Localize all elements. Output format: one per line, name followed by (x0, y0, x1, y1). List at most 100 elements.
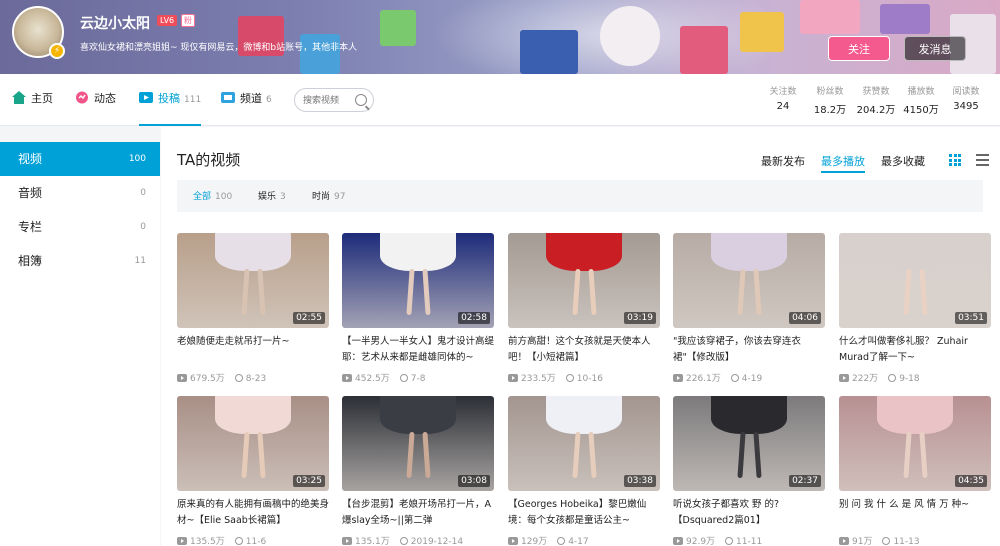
stat-label: 播放数 (907, 87, 935, 97)
video-title[interactable]: 老娘随便走走就吊打一片~ (177, 334, 329, 366)
thumbnail-skirt-shape (380, 233, 456, 271)
upload-icon (139, 92, 153, 103)
video-title[interactable]: 原来真的有人能拥有画稿中的绝美身材~【Elie Saab长裙篇】 (177, 497, 329, 529)
video-title[interactable]: 【台步混剪】老娘开场吊打一片，A爆slay全场~||第二弹 (342, 497, 494, 529)
video-card[interactable]: 03:19 前方高甜！这个女孩就是天使本人吧！【小短裙篇】 233.5万 10-16 (508, 233, 660, 384)
video-meta: 92.9万 11-11 (673, 534, 825, 546)
thumbnail-leg-shape (737, 431, 746, 479)
video-thumbnail[interactable]: 03:38 (508, 396, 660, 491)
tab-uploads[interactable]: 投稿 111 (139, 74, 202, 126)
tab-home[interactable]: 主页 (12, 74, 53, 126)
thumbnail-leg-shape (919, 268, 928, 316)
clock-icon (888, 374, 897, 382)
video-list-panel: TA的视频 最新发布 最多播放 最多收藏 全部 100 娱乐 3 时尚 97 02:5… (161, 127, 1000, 546)
filter-all[interactable]: 全部 100 (193, 189, 232, 202)
video-card[interactable]: 03:08 【台步混剪】老娘开场吊打一片，A爆slay全场~||第二弹 135.1万… (342, 396, 494, 546)
video-title[interactable]: 听说女孩子都喜欢 野 的?【Dsquared2篇01】 (673, 497, 825, 529)
sidebar-item-articles[interactable]: 专栏 0 (0, 210, 160, 244)
stat-label: 关注数 (769, 87, 797, 97)
avatar[interactable]: ⚡ (12, 6, 65, 59)
video-meta: 452.5万 7-8 (342, 371, 494, 384)
tab-channels[interactable]: 频道 6 (221, 74, 272, 126)
thumbnail-leg-shape (422, 268, 431, 316)
publish-date: 11-13 (893, 537, 920, 546)
sidebar-item-video[interactable]: 视频 100 (0, 142, 160, 176)
video-thumbnail[interactable]: 02:55 (177, 233, 329, 328)
play-count: 233.5万 (521, 374, 556, 384)
banner-gift-decoration (880, 4, 930, 34)
video-card[interactable]: 03:51 什么才叫做奢侈礼服？ Zuhair Murad了解一下~ 222万 9-1… (839, 233, 991, 384)
filter-entertainment[interactable]: 娱乐 3 (258, 189, 286, 202)
list-view-icon[interactable] (976, 154, 989, 166)
sort-most-favorited[interactable]: 最多收藏 (881, 153, 925, 169)
video-search-input[interactable] (303, 93, 355, 108)
stat-followers[interactable]: 粉丝数 18.2万 (810, 84, 850, 116)
publish-date: 4-17 (568, 537, 589, 546)
sidebar-item-audio[interactable]: 音频 0 (0, 176, 160, 210)
sidebar-item-albums[interactable]: 相簿 11 (0, 244, 160, 278)
video-thumbnail[interactable]: 02:58 (342, 233, 494, 328)
video-card[interactable]: 03:38 【Georges Hobeika】黎巴嫩仙境：每个女孩都是童话公主~ 1… (508, 396, 660, 546)
filter-fashion[interactable]: 时尚 97 (312, 189, 345, 202)
sidebar-item-label: 音频 (18, 186, 43, 200)
video-thumbnail[interactable]: 03:51 (839, 233, 991, 328)
video-card[interactable]: 02:58 【一半男人一半女人】鬼才设计高缇耶：艺术从来都是雌雄同体的~ 452.5… (342, 233, 494, 384)
video-thumbnail[interactable]: 03:08 (342, 396, 494, 491)
thumbnail-leg-shape (903, 431, 912, 479)
video-title[interactable]: 什么才叫做奢侈礼服？ Zuhair Murad了解一下~ (839, 334, 991, 366)
category-filter-bar: 全部 100 娱乐 3 时尚 97 (177, 180, 983, 212)
filter-count: 100 (215, 192, 233, 202)
fan-medal-tag[interactable]: 粉 (181, 14, 195, 27)
video-duration: 03:38 (624, 475, 656, 487)
video-duration: 03:25 (293, 475, 325, 487)
video-card[interactable]: 02:37 听说女孩子都喜欢 野 的?【Dsquared2篇01】 92.9万 11-… (673, 396, 825, 546)
video-thumbnail[interactable]: 04:35 (839, 396, 991, 491)
video-card[interactable]: 02:55 老娘随便走走就吊打一片~ 679.5万 8-23 (177, 233, 329, 384)
dynamic-icon (76, 91, 88, 104)
thumbnail-leg-shape (406, 431, 415, 479)
sidebar-item-label: 视频 (18, 152, 43, 166)
video-search-box[interactable] (294, 88, 374, 112)
video-meta: 222万 9-18 (839, 371, 991, 384)
video-card[interactable]: 04:06 "我应该穿裙子，你该去穿连衣裙"【修改版】 226.1万 4-19 (673, 233, 825, 384)
stat-likes: 获赞数 204.2万 (855, 84, 897, 116)
play-count: 135.5万 (190, 537, 225, 546)
video-thumbnail[interactable]: 02:37 (673, 396, 825, 491)
video-duration: 03:08 (458, 475, 490, 487)
video-title[interactable]: 【一半男人一半女人】鬼才设计高缇耶：艺术从来都是雌雄同体的~ (342, 334, 494, 366)
grid-view-icon[interactable] (949, 154, 961, 166)
video-meta: 226.1万 4-19 (673, 371, 825, 384)
sidebar-item-count: 11 (134, 256, 146, 266)
video-thumbnail[interactable]: 04:06 (673, 233, 825, 328)
sort-most-played[interactable]: 最多播放 (821, 153, 865, 173)
video-duration: 04:35 (955, 475, 987, 487)
search-icon[interactable] (355, 94, 367, 106)
tab-dynamic[interactable]: 动态 (75, 74, 116, 126)
play-count-icon (673, 374, 683, 382)
tab-home-label: 主页 (31, 92, 53, 105)
play-count: 222万 (852, 374, 879, 384)
thumbnail-skirt-shape (215, 396, 291, 434)
home-icon (12, 91, 26, 104)
video-thumbnail[interactable]: 03:25 (177, 396, 329, 491)
stat-label: 粉丝数 (816, 87, 844, 97)
stat-following[interactable]: 关注数 24 (766, 84, 800, 112)
publish-date: 9-18 (899, 374, 920, 384)
stat-value: 4150万 (903, 105, 939, 116)
video-title[interactable]: 前方高甜！这个女孩就是天使本人吧！【小短裙篇】 (508, 334, 660, 366)
video-thumbnail[interactable]: 03:19 (508, 233, 660, 328)
sort-latest[interactable]: 最新发布 (761, 153, 805, 169)
video-title[interactable]: 【Georges Hobeika】黎巴嫩仙境：每个女孩都是童话公主~ (508, 497, 660, 529)
thumbnail-skirt-shape (215, 233, 291, 271)
send-message-button[interactable]: 发消息 (904, 36, 966, 61)
video-title[interactable]: "我应该穿裙子，你该去穿连衣裙"【修改版】 (673, 334, 825, 366)
video-card[interactable]: 04:35 别 问 我 什 么 是 风 情 万 种~ 91万 11-13 (839, 396, 991, 546)
video-title[interactable]: 别 问 我 什 么 是 风 情 万 种~ (839, 497, 991, 529)
play-count: 679.5万 (190, 374, 225, 384)
thumbnail-leg-shape (919, 431, 928, 479)
video-card[interactable]: 03:25 原来真的有人能拥有画稿中的绝美身材~【Elie Saab长裙篇】 135… (177, 396, 329, 546)
banner-gift-decoration (380, 10, 416, 46)
tab-channels-count: 6 (266, 95, 272, 105)
follow-button[interactable]: 关注 (828, 36, 890, 61)
thumbnail-skirt-shape (546, 233, 622, 271)
